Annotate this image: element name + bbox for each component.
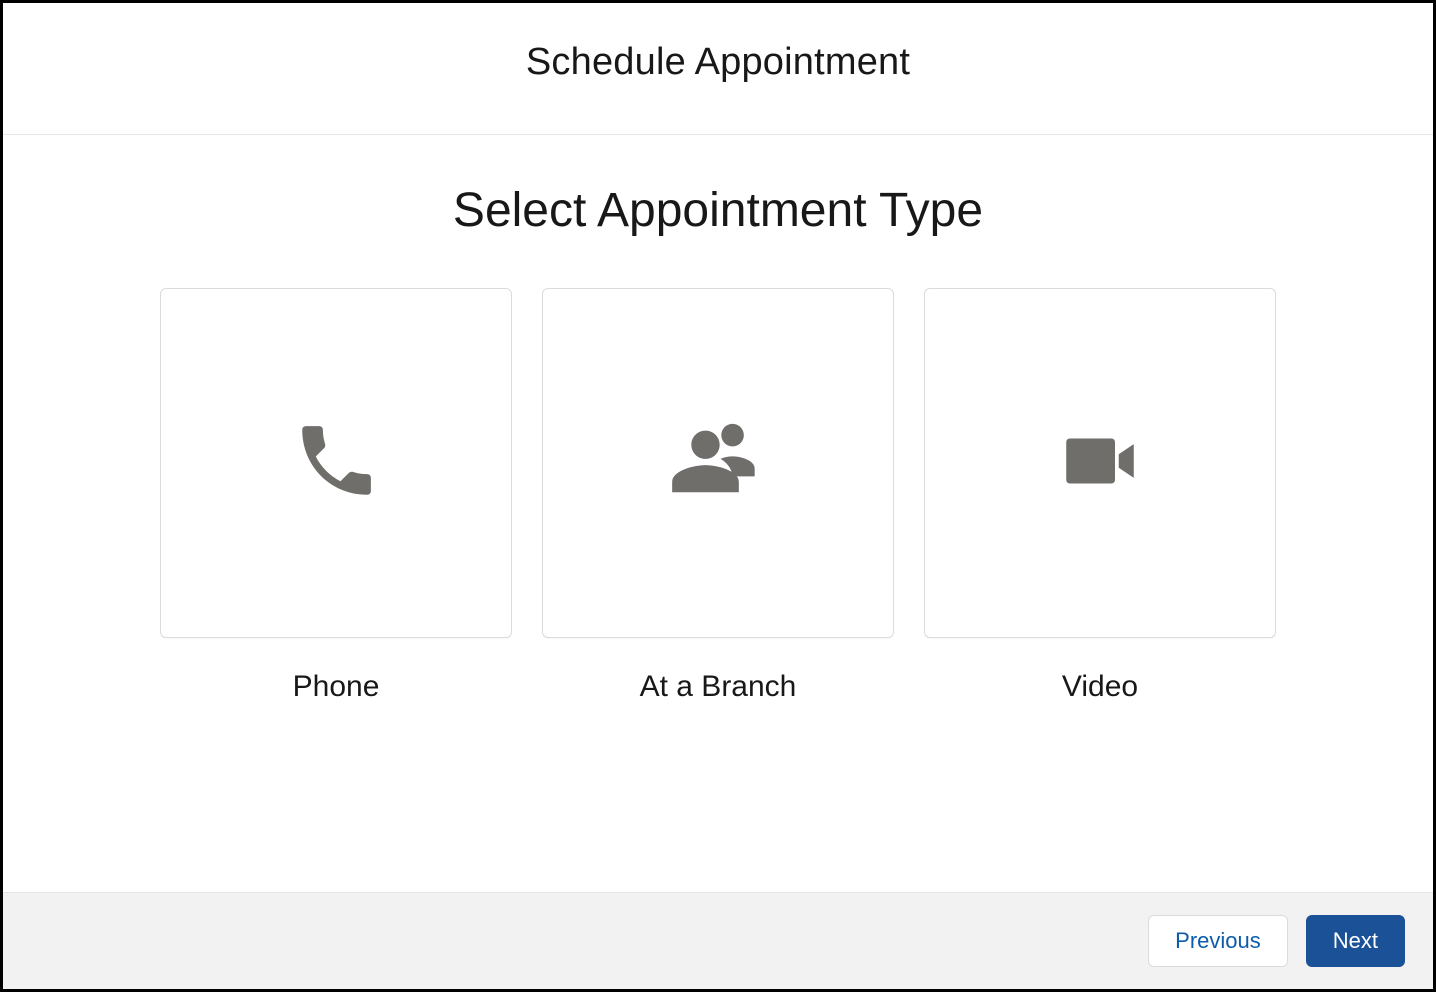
option-label-phone: Phone xyxy=(293,670,380,704)
people-icon xyxy=(668,411,768,516)
appointment-wizard: Schedule Appointment Select Appointment … xyxy=(0,0,1436,992)
wizard-content: Select Appointment Type Phone At a Branc… xyxy=(3,135,1433,892)
option-card-branch[interactable] xyxy=(542,288,894,638)
option-card-phone[interactable] xyxy=(160,288,512,638)
appointment-type-options: Phone At a Branch Video xyxy=(103,288,1333,704)
wizard-header: Schedule Appointment xyxy=(3,3,1433,135)
video-icon xyxy=(1055,416,1145,511)
page-title: Schedule Appointment xyxy=(23,41,1413,84)
option-phone: Phone xyxy=(160,288,512,704)
next-button[interactable]: Next xyxy=(1306,915,1405,967)
wizard-footer: Previous Next xyxy=(3,892,1433,989)
option-video: Video xyxy=(924,288,1276,704)
option-card-video[interactable] xyxy=(924,288,1276,638)
option-branch: At a Branch xyxy=(542,288,894,704)
previous-button[interactable]: Previous xyxy=(1148,915,1288,967)
phone-icon xyxy=(291,416,381,511)
option-label-branch: At a Branch xyxy=(640,670,797,704)
option-label-video: Video xyxy=(1062,670,1138,704)
section-heading: Select Appointment Type xyxy=(453,183,983,238)
